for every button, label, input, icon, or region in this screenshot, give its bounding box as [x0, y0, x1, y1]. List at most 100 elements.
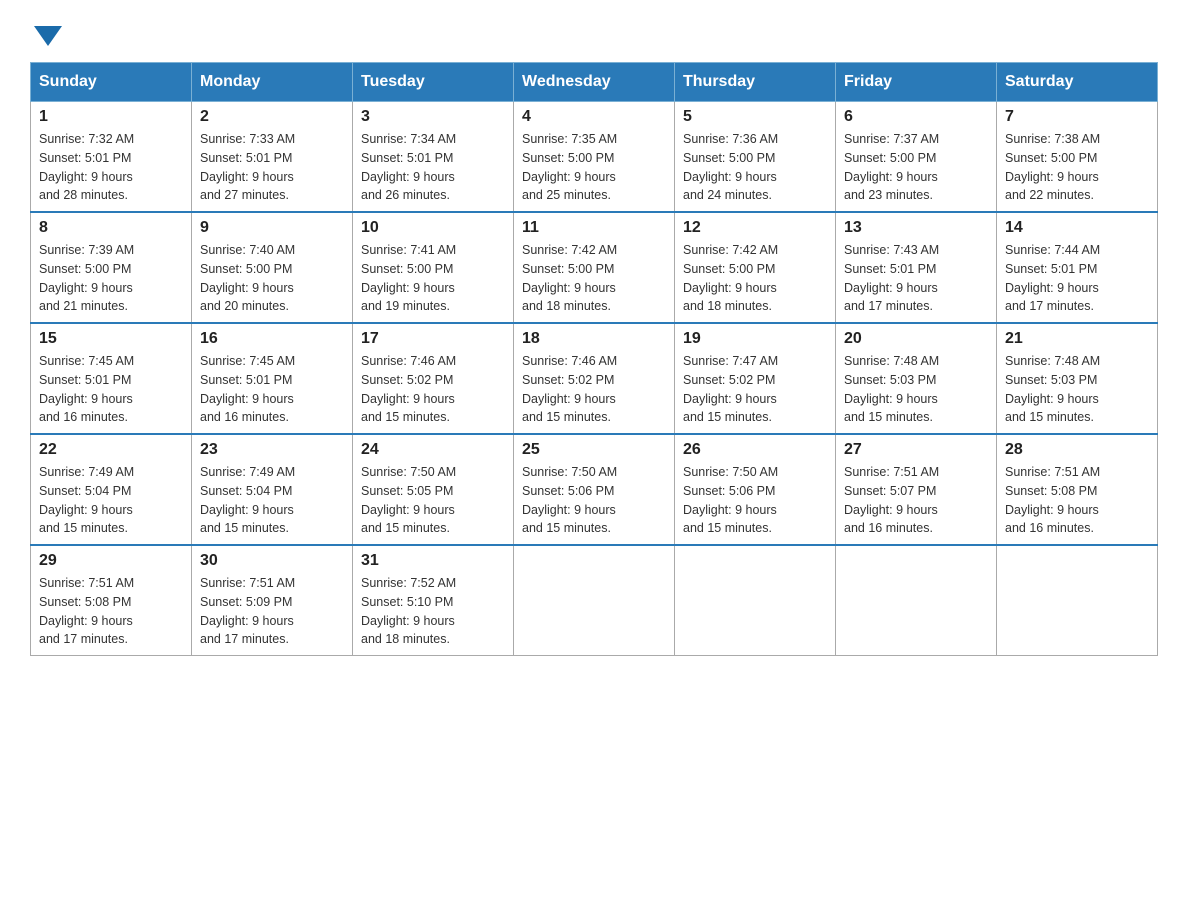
day-info: Sunrise: 7:51 AM Sunset: 5:09 PM Dayligh… — [200, 574, 344, 649]
day-info: Sunrise: 7:32 AM Sunset: 5:01 PM Dayligh… — [39, 130, 183, 205]
day-number: 29 — [39, 552, 183, 570]
calendar-cell: 2 Sunrise: 7:33 AM Sunset: 5:01 PM Dayli… — [192, 102, 353, 213]
calendar-cell: 27 Sunrise: 7:51 AM Sunset: 5:07 PM Dayl… — [836, 434, 997, 545]
day-info: Sunrise: 7:50 AM Sunset: 5:06 PM Dayligh… — [522, 463, 666, 538]
day-number: 6 — [844, 108, 988, 126]
calendar-cell: 25 Sunrise: 7:50 AM Sunset: 5:06 PM Dayl… — [514, 434, 675, 545]
day-info: Sunrise: 7:37 AM Sunset: 5:00 PM Dayligh… — [844, 130, 988, 205]
day-info: Sunrise: 7:48 AM Sunset: 5:03 PM Dayligh… — [844, 352, 988, 427]
calendar-cell: 7 Sunrise: 7:38 AM Sunset: 5:00 PM Dayli… — [997, 102, 1158, 213]
day-number: 30 — [200, 552, 344, 570]
calendar-header-row: SundayMondayTuesdayWednesdayThursdayFrid… — [31, 63, 1158, 102]
calendar-week-row: 8 Sunrise: 7:39 AM Sunset: 5:00 PM Dayli… — [31, 212, 1158, 323]
calendar-day-header: Friday — [836, 63, 997, 102]
day-number: 7 — [1005, 108, 1149, 126]
calendar-week-row: 1 Sunrise: 7:32 AM Sunset: 5:01 PM Dayli… — [31, 102, 1158, 213]
day-number: 13 — [844, 219, 988, 237]
calendar-cell: 21 Sunrise: 7:48 AM Sunset: 5:03 PM Dayl… — [997, 323, 1158, 434]
calendar-cell: 24 Sunrise: 7:50 AM Sunset: 5:05 PM Dayl… — [353, 434, 514, 545]
day-number: 26 — [683, 441, 827, 459]
day-info: Sunrise: 7:39 AM Sunset: 5:00 PM Dayligh… — [39, 241, 183, 316]
day-number: 4 — [522, 108, 666, 126]
day-number: 19 — [683, 330, 827, 348]
day-number: 23 — [200, 441, 344, 459]
calendar-cell: 16 Sunrise: 7:45 AM Sunset: 5:01 PM Dayl… — [192, 323, 353, 434]
day-info: Sunrise: 7:41 AM Sunset: 5:00 PM Dayligh… — [361, 241, 505, 316]
day-info: Sunrise: 7:49 AM Sunset: 5:04 PM Dayligh… — [39, 463, 183, 538]
day-number: 12 — [683, 219, 827, 237]
calendar-cell: 22 Sunrise: 7:49 AM Sunset: 5:04 PM Dayl… — [31, 434, 192, 545]
calendar-cell: 10 Sunrise: 7:41 AM Sunset: 5:00 PM Dayl… — [353, 212, 514, 323]
day-info: Sunrise: 7:42 AM Sunset: 5:00 PM Dayligh… — [683, 241, 827, 316]
day-number: 11 — [522, 219, 666, 237]
calendar-day-header: Sunday — [31, 63, 192, 102]
calendar-week-row: 15 Sunrise: 7:45 AM Sunset: 5:01 PM Dayl… — [31, 323, 1158, 434]
day-number: 14 — [1005, 219, 1149, 237]
day-info: Sunrise: 7:44 AM Sunset: 5:01 PM Dayligh… — [1005, 241, 1149, 316]
day-number: 8 — [39, 219, 183, 237]
calendar-cell — [997, 545, 1158, 656]
calendar-cell: 19 Sunrise: 7:47 AM Sunset: 5:02 PM Dayl… — [675, 323, 836, 434]
calendar-cell: 17 Sunrise: 7:46 AM Sunset: 5:02 PM Dayl… — [353, 323, 514, 434]
calendar-week-row: 22 Sunrise: 7:49 AM Sunset: 5:04 PM Dayl… — [31, 434, 1158, 545]
calendar-day-header: Tuesday — [353, 63, 514, 102]
day-info: Sunrise: 7:51 AM Sunset: 5:08 PM Dayligh… — [39, 574, 183, 649]
calendar-cell: 4 Sunrise: 7:35 AM Sunset: 5:00 PM Dayli… — [514, 102, 675, 213]
day-info: Sunrise: 7:46 AM Sunset: 5:02 PM Dayligh… — [522, 352, 666, 427]
calendar-cell: 11 Sunrise: 7:42 AM Sunset: 5:00 PM Dayl… — [514, 212, 675, 323]
day-number: 15 — [39, 330, 183, 348]
day-number: 9 — [200, 219, 344, 237]
logo — [30, 20, 62, 42]
day-info: Sunrise: 7:42 AM Sunset: 5:00 PM Dayligh… — [522, 241, 666, 316]
calendar-day-header: Saturday — [997, 63, 1158, 102]
calendar-week-row: 29 Sunrise: 7:51 AM Sunset: 5:08 PM Dayl… — [31, 545, 1158, 656]
calendar-cell: 29 Sunrise: 7:51 AM Sunset: 5:08 PM Dayl… — [31, 545, 192, 656]
calendar-cell: 5 Sunrise: 7:36 AM Sunset: 5:00 PM Dayli… — [675, 102, 836, 213]
day-info: Sunrise: 7:50 AM Sunset: 5:06 PM Dayligh… — [683, 463, 827, 538]
day-number: 5 — [683, 108, 827, 126]
day-number: 28 — [1005, 441, 1149, 459]
calendar-table: SundayMondayTuesdayWednesdayThursdayFrid… — [30, 62, 1158, 656]
calendar-cell: 6 Sunrise: 7:37 AM Sunset: 5:00 PM Dayli… — [836, 102, 997, 213]
day-info: Sunrise: 7:50 AM Sunset: 5:05 PM Dayligh… — [361, 463, 505, 538]
page-header — [30, 20, 1158, 42]
day-info: Sunrise: 7:51 AM Sunset: 5:08 PM Dayligh… — [1005, 463, 1149, 538]
day-info: Sunrise: 7:45 AM Sunset: 5:01 PM Dayligh… — [200, 352, 344, 427]
calendar-cell: 23 Sunrise: 7:49 AM Sunset: 5:04 PM Dayl… — [192, 434, 353, 545]
calendar-cell: 14 Sunrise: 7:44 AM Sunset: 5:01 PM Dayl… — [997, 212, 1158, 323]
calendar-cell: 8 Sunrise: 7:39 AM Sunset: 5:00 PM Dayli… — [31, 212, 192, 323]
day-number: 25 — [522, 441, 666, 459]
day-number: 2 — [200, 108, 344, 126]
calendar-cell: 31 Sunrise: 7:52 AM Sunset: 5:10 PM Dayl… — [353, 545, 514, 656]
calendar-cell: 12 Sunrise: 7:42 AM Sunset: 5:00 PM Dayl… — [675, 212, 836, 323]
day-info: Sunrise: 7:34 AM Sunset: 5:01 PM Dayligh… — [361, 130, 505, 205]
calendar-cell: 20 Sunrise: 7:48 AM Sunset: 5:03 PM Dayl… — [836, 323, 997, 434]
calendar-cell: 3 Sunrise: 7:34 AM Sunset: 5:01 PM Dayli… — [353, 102, 514, 213]
calendar-day-header: Monday — [192, 63, 353, 102]
calendar-cell: 13 Sunrise: 7:43 AM Sunset: 5:01 PM Dayl… — [836, 212, 997, 323]
day-info: Sunrise: 7:43 AM Sunset: 5:01 PM Dayligh… — [844, 241, 988, 316]
day-info: Sunrise: 7:36 AM Sunset: 5:00 PM Dayligh… — [683, 130, 827, 205]
day-info: Sunrise: 7:47 AM Sunset: 5:02 PM Dayligh… — [683, 352, 827, 427]
calendar-cell — [675, 545, 836, 656]
day-info: Sunrise: 7:52 AM Sunset: 5:10 PM Dayligh… — [361, 574, 505, 649]
calendar-cell — [836, 545, 997, 656]
day-info: Sunrise: 7:45 AM Sunset: 5:01 PM Dayligh… — [39, 352, 183, 427]
day-info: Sunrise: 7:49 AM Sunset: 5:04 PM Dayligh… — [200, 463, 344, 538]
calendar-day-header: Wednesday — [514, 63, 675, 102]
logo-arrow-icon — [34, 26, 62, 46]
day-number: 16 — [200, 330, 344, 348]
calendar-cell: 28 Sunrise: 7:51 AM Sunset: 5:08 PM Dayl… — [997, 434, 1158, 545]
calendar-day-header: Thursday — [675, 63, 836, 102]
calendar-cell: 15 Sunrise: 7:45 AM Sunset: 5:01 PM Dayl… — [31, 323, 192, 434]
day-number: 21 — [1005, 330, 1149, 348]
calendar-cell: 1 Sunrise: 7:32 AM Sunset: 5:01 PM Dayli… — [31, 102, 192, 213]
day-number: 10 — [361, 219, 505, 237]
day-number: 31 — [361, 552, 505, 570]
calendar-cell: 9 Sunrise: 7:40 AM Sunset: 5:00 PM Dayli… — [192, 212, 353, 323]
day-number: 18 — [522, 330, 666, 348]
day-info: Sunrise: 7:40 AM Sunset: 5:00 PM Dayligh… — [200, 241, 344, 316]
day-info: Sunrise: 7:35 AM Sunset: 5:00 PM Dayligh… — [522, 130, 666, 205]
day-number: 3 — [361, 108, 505, 126]
day-number: 24 — [361, 441, 505, 459]
